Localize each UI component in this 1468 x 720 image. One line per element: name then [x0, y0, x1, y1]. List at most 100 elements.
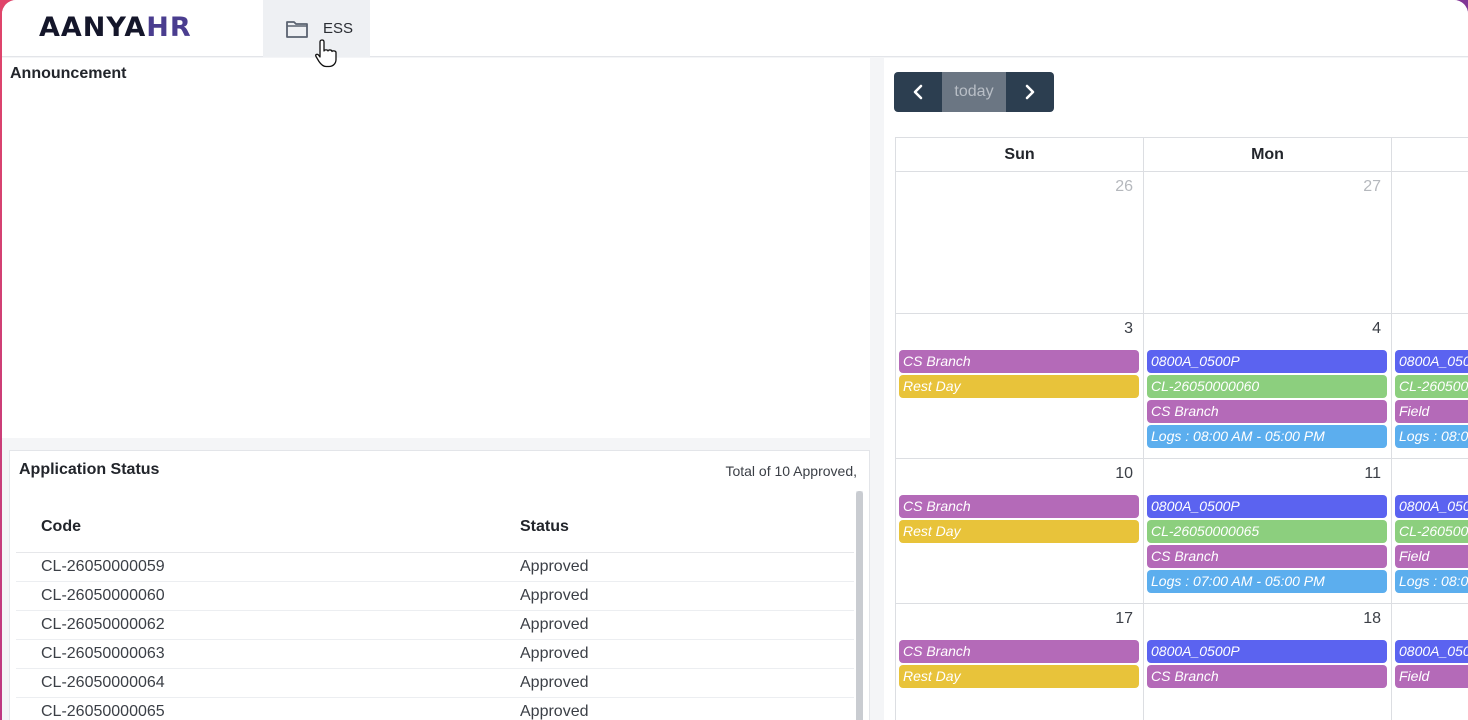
- day-events: CS Branch Rest Day: [896, 489, 1143, 543]
- today-button[interactable]: today: [942, 72, 1006, 112]
- day-header-tue: [1392, 138, 1468, 171]
- calendar-event[interactable]: Rest Day: [899, 665, 1139, 688]
- calendar-event[interactable]: CL-26050000060: [1147, 375, 1387, 398]
- calendar-day-cell[interactable]: 0800A_0500PCL-26050000060FieldLogs : 08:…: [1392, 314, 1468, 458]
- row-status: Approved: [520, 703, 589, 720]
- calendar-event[interactable]: CS Branch: [1147, 665, 1387, 688]
- announcement-title: Announcement: [10, 65, 127, 82]
- calendar-event[interactable]: Rest Day: [899, 520, 1139, 543]
- calendar-event[interactable]: Field: [1395, 400, 1468, 423]
- day-number: 10: [1115, 465, 1133, 482]
- calendar-event[interactable]: 0800A_0500P: [1147, 495, 1387, 518]
- calendar-event[interactable]: Logs : 07:00 AM - 05:00 PM: [1147, 570, 1387, 593]
- table-row[interactable]: CL-26050000059 Approved: [16, 553, 854, 582]
- row-code: CL-26050000065: [41, 703, 165, 720]
- day-number: 11: [1364, 465, 1381, 482]
- next-month-button[interactable]: [1006, 72, 1054, 112]
- calendar-event[interactable]: CL-26050000060: [1395, 375, 1468, 398]
- day-events: 0800A_0500P CL-26050000065 CS Branch Logs :…: [1144, 489, 1391, 593]
- calendar-day-cell[interactable]: [1392, 172, 1468, 313]
- app-window: AANYAHR ESS Announcement Application Sta…: [2, 0, 1468, 720]
- header-status[interactable]: Status: [520, 518, 854, 536]
- calendar-event[interactable]: 0800A_0500P: [1395, 495, 1468, 518]
- row-status: Approved: [520, 558, 589, 575]
- row-code: CL-26050000064: [41, 674, 165, 691]
- prev-month-button[interactable]: [894, 72, 942, 112]
- table-row[interactable]: CL-26050000064 Approved: [16, 669, 854, 698]
- application-status-title: Application Status: [19, 461, 160, 478]
- calendar-event[interactable]: 0800A_0500P: [1147, 640, 1387, 663]
- day-header-mon: Mon: [1144, 138, 1392, 171]
- header-code[interactable]: Code: [16, 518, 520, 536]
- day-header-sun: Sun: [896, 138, 1144, 171]
- table-row[interactable]: CL-26050000065 Approved: [16, 698, 854, 720]
- scrollbar-thumb[interactable]: [856, 491, 863, 720]
- calendar-event[interactable]: 0800A_0500P: [1395, 640, 1468, 663]
- calendar-event[interactable]: CS Branch: [899, 495, 1139, 518]
- calendar-grid: Sun Mon 26 27 3 CS Branch Rest Day 4 0800A_050…: [895, 137, 1468, 720]
- calendar-day-cell[interactable]: 26: [896, 172, 1144, 313]
- row-status: Approved: [520, 616, 589, 633]
- table-scrollbar[interactable]: [856, 491, 863, 720]
- calendar-day-headers: Sun Mon: [895, 137, 1468, 171]
- calendar-week: 3 CS Branch Rest Day 4 0800A_0500P CL-2605000…: [895, 313, 1468, 458]
- application-status-table: Code Status CL-26050000059 Approved CL-260…: [16, 501, 854, 720]
- calendar-day-cell[interactable]: 18 0800A_0500P CS Branch: [1144, 604, 1392, 720]
- ess-label: ESS: [323, 20, 354, 37]
- calendar-day-cell[interactable]: 11 0800A_0500P CL-26050000065 CS Branch Logs…: [1144, 459, 1392, 603]
- row-status: Approved: [520, 587, 589, 604]
- calendar-event[interactable]: Field: [1395, 665, 1468, 688]
- calendar-day-cell[interactable]: 0800A_0500PCL-26050000065FieldLogs : 08:…: [1392, 459, 1468, 603]
- calendar-event[interactable]: Field: [1395, 545, 1468, 568]
- chevron-right-icon: [1025, 84, 1035, 100]
- folder-icon: [286, 20, 308, 38]
- announcement-panel: Announcement: [2, 58, 870, 438]
- calendar-nav: today: [894, 72, 1054, 112]
- table-row[interactable]: CL-26050000063 Approved: [16, 640, 854, 669]
- table-row[interactable]: CL-26050000060 Approved: [16, 582, 854, 611]
- day-events: 0800A_0500P CL-26050000060 CS Branch Logs :…: [1144, 344, 1391, 448]
- row-code: CL-26050000060: [41, 587, 165, 604]
- day-number: 17: [1115, 610, 1133, 627]
- calendar-event[interactable]: 0800A_0500P: [1147, 350, 1387, 373]
- calendar-event[interactable]: CL-26050000065: [1147, 520, 1387, 543]
- aanyahr-logo[interactable]: AANYAHR: [39, 12, 192, 46]
- calendar-event[interactable]: 0800A_0500P: [1395, 350, 1468, 373]
- day-number: [1392, 465, 1468, 489]
- calendar-event[interactable]: Rest Day: [899, 375, 1139, 398]
- calendar-event[interactable]: Logs : 08:00 AM - 05:00 PM: [1395, 570, 1468, 593]
- top-bar: AANYAHR ESS: [2, 0, 1468, 57]
- calendar-event[interactable]: CS Branch: [1147, 400, 1387, 423]
- day-events: [1392, 202, 1468, 208]
- table-header: Code Status: [16, 501, 854, 553]
- calendar-event[interactable]: CL-26050000065: [1395, 520, 1468, 543]
- table-row[interactable]: CL-26050000062 Approved: [16, 611, 854, 640]
- calendar-event[interactable]: CS Branch: [1147, 545, 1387, 568]
- calendar-week: 17 CS Branch Rest Day 18 0800A_0500P CS Branc…: [895, 603, 1468, 720]
- day-events: 0800A_0500P CS Branch: [1144, 634, 1391, 688]
- day-number: 3: [1124, 320, 1133, 337]
- calendar-day-cell[interactable]: 0800A_0500PField: [1392, 604, 1468, 720]
- day-events: CS Branch Rest Day: [896, 634, 1143, 688]
- calendar-week: 10 CS Branch Rest Day 11 0800A_0500P CL-26050…: [895, 458, 1468, 603]
- calendar-event[interactable]: CS Branch: [899, 640, 1139, 663]
- chevron-left-icon: [913, 84, 923, 100]
- day-events: 0800A_0500PCL-26050000065FieldLogs : 08:…: [1392, 489, 1468, 593]
- day-number: [1392, 610, 1468, 634]
- day-number: 4: [1372, 320, 1381, 337]
- day-number: 27: [1363, 178, 1381, 195]
- day-events: 0800A_0500PField: [1392, 634, 1468, 688]
- calendar-day-cell[interactable]: 10 CS Branch Rest Day: [896, 459, 1144, 603]
- calendar-day-cell[interactable]: 17 CS Branch Rest Day: [896, 604, 1144, 720]
- day-events: [896, 202, 1143, 208]
- calendar-day-cell[interactable]: 4 0800A_0500P CL-26050000060 CS Branch Logs …: [1144, 314, 1392, 458]
- row-status: Approved: [520, 674, 589, 691]
- calendar-day-cell[interactable]: 27: [1144, 172, 1392, 313]
- row-code: CL-26050000062: [41, 616, 165, 633]
- calendar-event[interactable]: Logs : 08:00 AM - 05:00 PM: [1395, 425, 1468, 448]
- calendar-event[interactable]: CS Branch: [899, 350, 1139, 373]
- calendar-event[interactable]: Logs : 08:00 AM - 05:00 PM: [1147, 425, 1387, 448]
- day-events: 0800A_0500PCL-26050000060FieldLogs : 08:…: [1392, 344, 1468, 448]
- row-code: CL-26050000059: [41, 558, 165, 575]
- calendar-day-cell[interactable]: 3 CS Branch Rest Day: [896, 314, 1144, 458]
